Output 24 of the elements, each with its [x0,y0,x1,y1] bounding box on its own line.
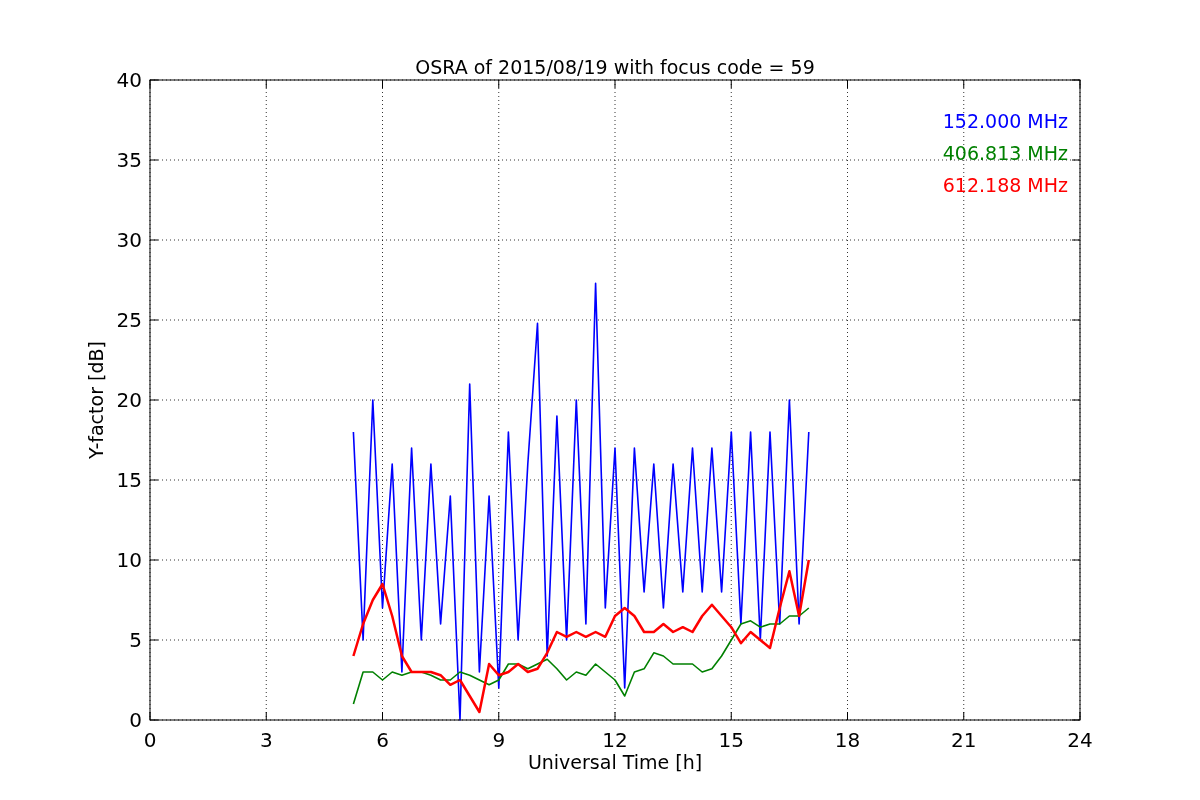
x-tick-label: 15 [718,728,744,752]
y-tick-label: 40 [116,68,142,92]
x-axis-label: Universal Time [h] [527,751,703,773]
y-tick-label: 10 [116,548,142,572]
x-tick-label: 0 [143,728,157,752]
x-tick-label: 24 [1067,728,1093,752]
x-tick-label: 3 [259,728,273,752]
y-tick-label: 15 [116,468,142,492]
y-tick-label: 0 [129,708,142,732]
x-tick-label: 12 [602,728,628,752]
x-tick-label: 9 [492,728,506,752]
x-tick-label: 21 [951,728,977,752]
y-tick-label: 20 [116,388,142,412]
y-tick-label: 30 [116,228,142,252]
legend-label: 612.188 MHz [942,174,1068,196]
x-tick-label: 18 [834,728,861,752]
y-tick-label: 5 [129,628,142,652]
legend-label: 152.000 MHz [942,110,1068,132]
y-tick-label: 25 [116,308,142,332]
y-tick-label: 35 [116,148,142,172]
chart-title: OSRA of 2015/08/19 with focus code = 59 [415,56,815,78]
legend-label: 406.813 MHz [942,142,1068,164]
x-tick-label: 6 [376,728,389,752]
y-axis-label: Y-factor [dB] [85,341,107,459]
